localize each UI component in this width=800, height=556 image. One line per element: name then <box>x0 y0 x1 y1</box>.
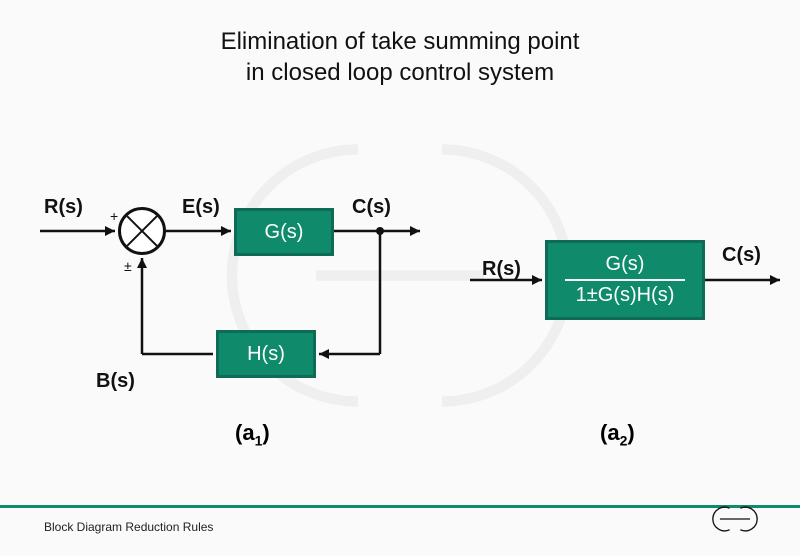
label-b: B(s) <box>96 370 135 393</box>
label-r2: R(s) <box>482 258 521 281</box>
block-forward-gain: G(s) <box>234 208 334 256</box>
label-e: E(s) <box>182 196 220 219</box>
label-r: R(s) <box>44 196 83 219</box>
block-h-label: H(s) <box>247 343 285 366</box>
summing-junction <box>118 207 166 255</box>
caption-a2: (a2) <box>600 420 635 448</box>
fraction-line <box>565 279 685 281</box>
tf-numerator: G(s) <box>606 253 645 276</box>
block-g-label: G(s) <box>265 221 304 244</box>
label-c: C(s) <box>352 196 391 219</box>
caption-a1: (a1) <box>235 420 270 448</box>
tf-denominator: 1±G(s)H(s) <box>576 284 675 307</box>
sign-plusminus: ± <box>124 258 132 274</box>
block-closed-loop-tf: G(s) 1±G(s)H(s) <box>545 240 705 320</box>
block-feedback-gain: H(s) <box>216 330 316 378</box>
label-c2: C(s) <box>722 244 761 267</box>
block-diagram: G(s) H(s) G(s) 1±G(s)H(s) R(s) E(s) C(s)… <box>0 0 800 556</box>
sign-plus: + <box>110 208 118 224</box>
